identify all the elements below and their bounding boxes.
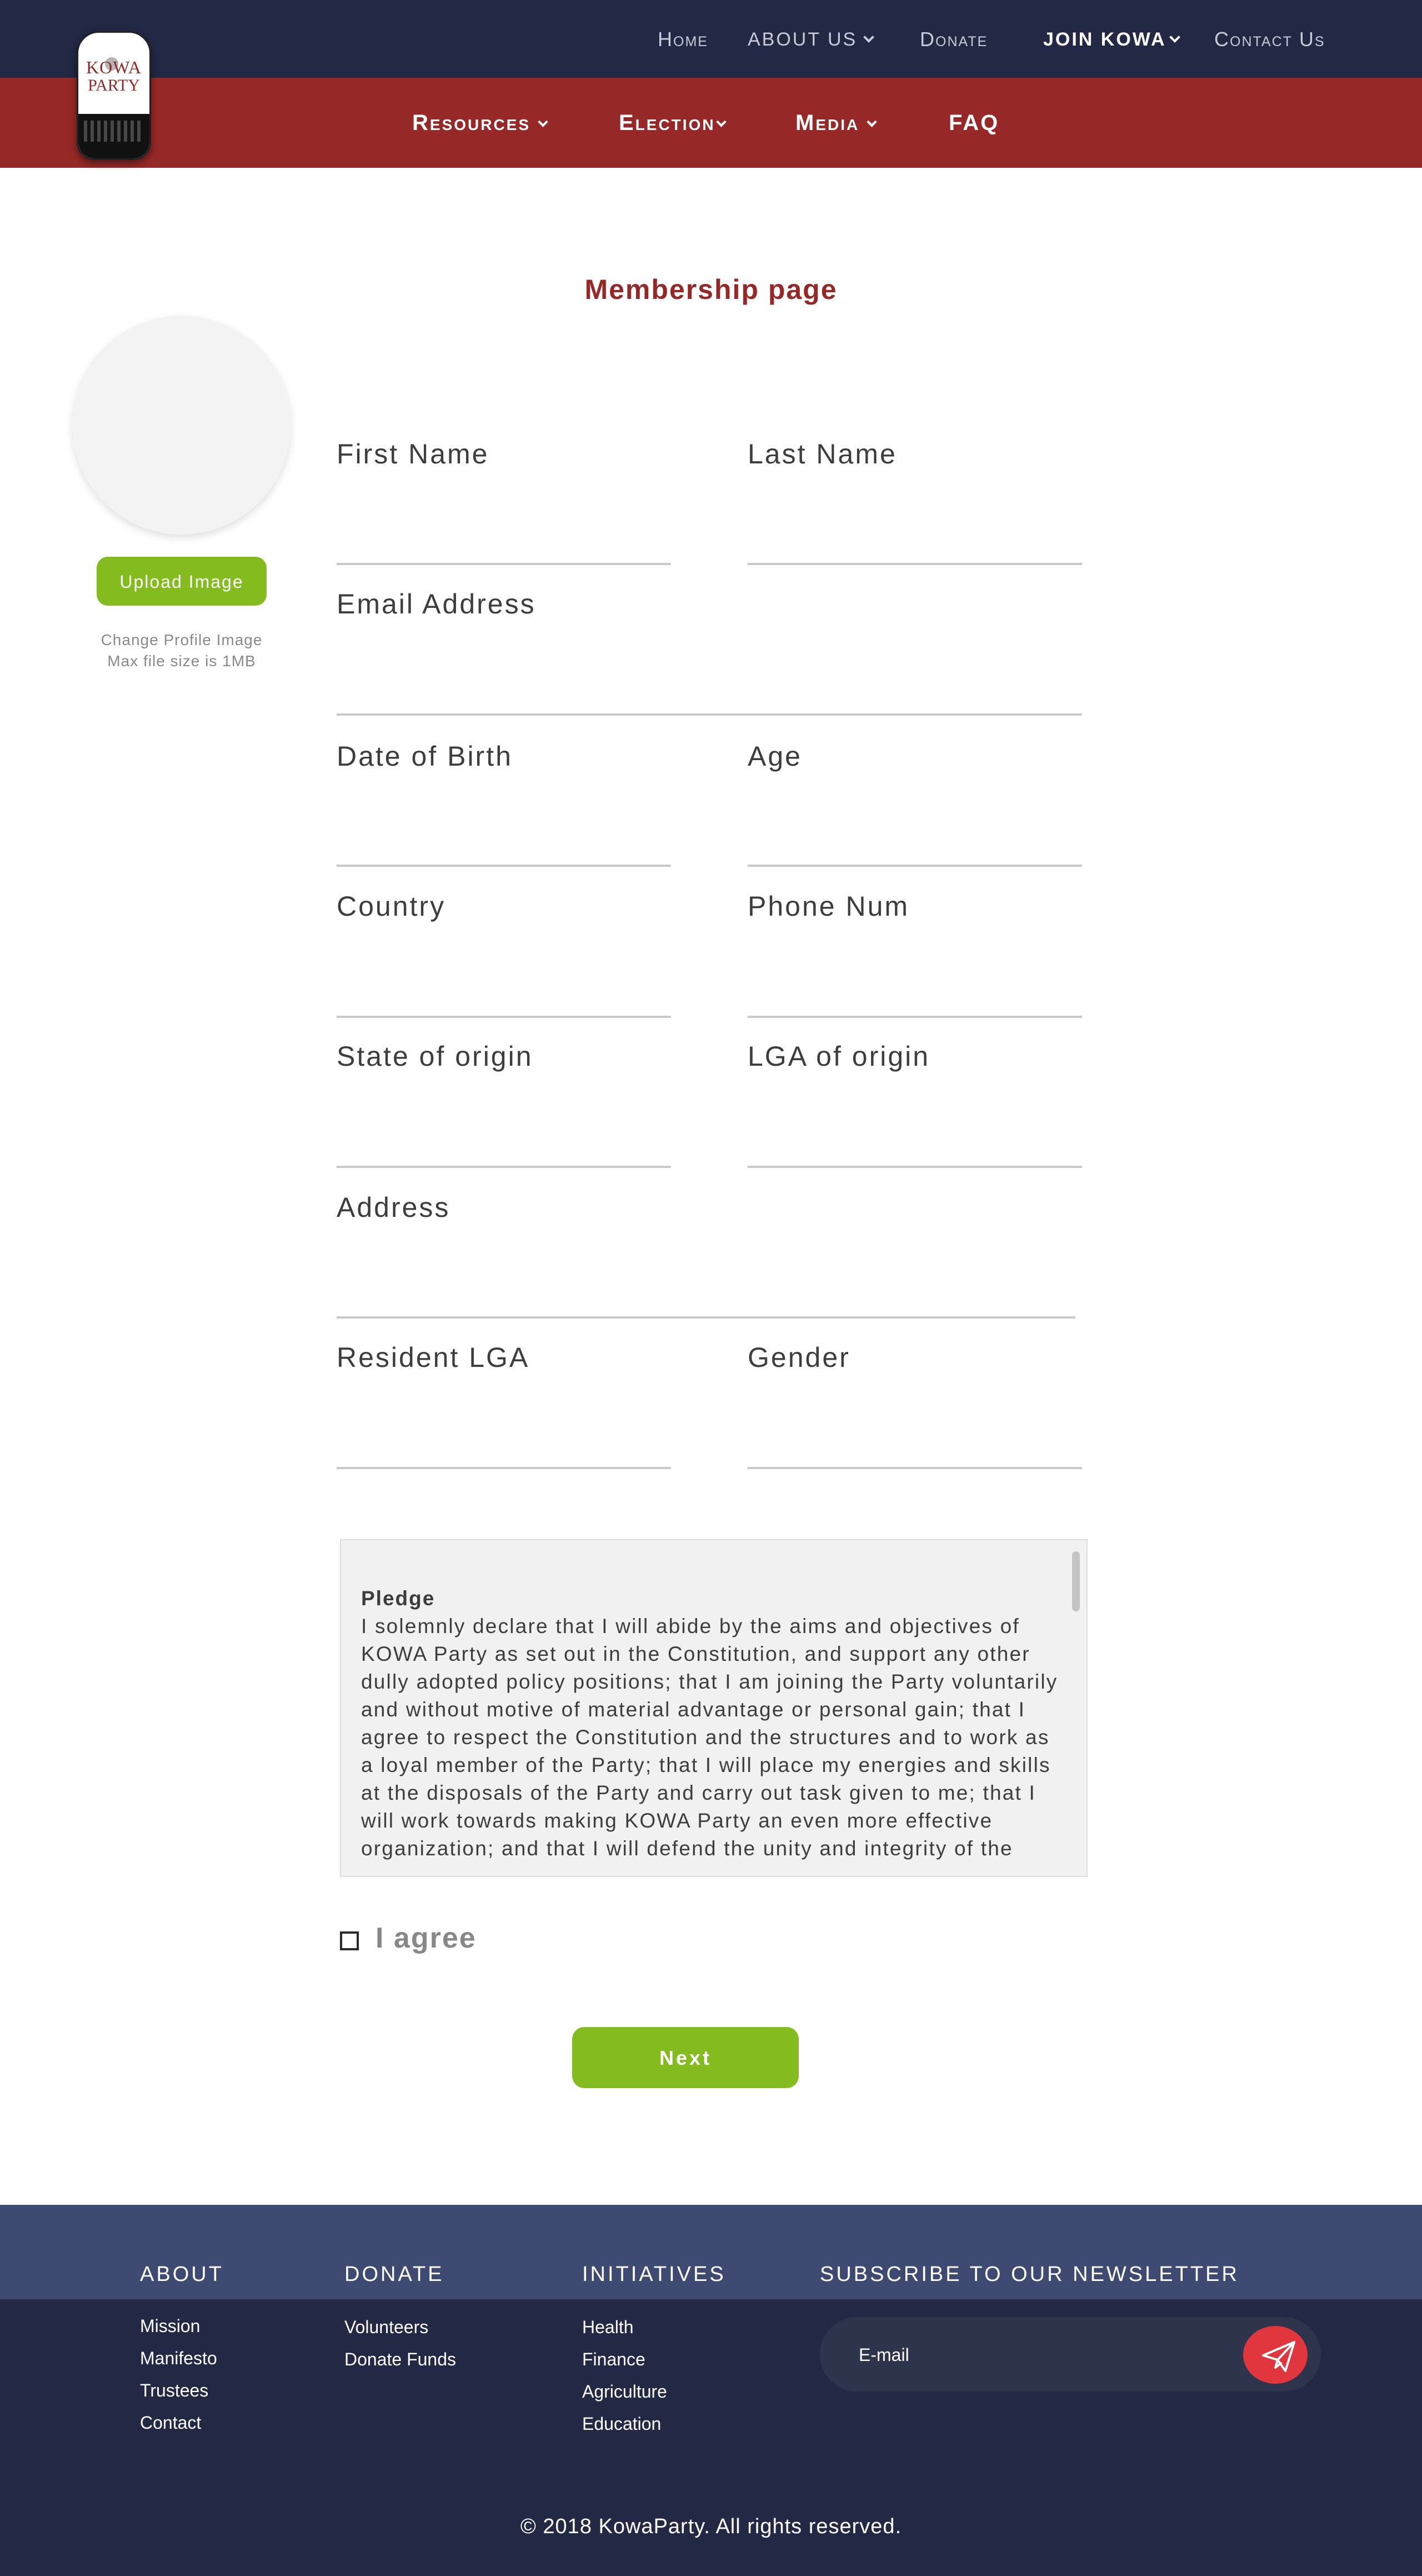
newsletter-send-button[interactable]: [1243, 2326, 1308, 2384]
footer-link-donate-funds[interactable]: Donate Funds: [344, 2349, 456, 2370]
nav-join-kowa-label: JOIN KOWA: [1043, 29, 1166, 50]
nav-home[interactable]: Home: [658, 27, 708, 52]
last-name-field[interactable]: [748, 517, 1082, 561]
resident-lga-underline: [337, 1467, 671, 1469]
chevron-down-icon: [867, 117, 877, 127]
nav-resources-label: Resources: [412, 111, 531, 135]
chevron-down-icon: [1169, 32, 1180, 43]
country-underline: [337, 1016, 671, 1018]
phone-num-field[interactable]: [748, 969, 1082, 1014]
footer-link-agriculture[interactable]: Agriculture: [582, 2382, 667, 2402]
footer-link-trustees[interactable]: Trustees: [140, 2380, 208, 2401]
page-title: Membership page: [584, 274, 838, 305]
email-address-label: Email Address: [337, 588, 536, 620]
gender-underline: [748, 1467, 1082, 1469]
agree-label[interactable]: I agree: [375, 1921, 477, 1955]
date-of-birth-field[interactable]: [337, 818, 671, 862]
footer-link-education[interactable]: Education: [582, 2414, 661, 2434]
first-name-label: First Name: [337, 438, 489, 470]
age-underline: [748, 865, 1082, 867]
nav-about-us-label: ABOUT US: [748, 29, 858, 50]
state-of-origin-label: State of origin: [337, 1041, 533, 1072]
resident-lga-field[interactable]: [337, 1420, 671, 1465]
logo-base: [78, 114, 149, 158]
top-navbar: Home ABOUT US Donate JOIN KOWA Contact U…: [0, 0, 1422, 78]
address-field[interactable]: [337, 1270, 1075, 1315]
resident-lga-label: Resident LGA: [337, 1342, 530, 1373]
agree-checkbox[interactable]: [340, 1931, 359, 1950]
nav-media[interactable]: Media: [795, 109, 877, 137]
nav-contact-us[interactable]: Contact Us: [1214, 27, 1325, 52]
last-name-label: Last Name: [748, 438, 897, 470]
next-button[interactable]: Next: [572, 2027, 799, 2088]
lga-of-origin-underline: [748, 1166, 1082, 1168]
nav-election-label: Election: [619, 111, 715, 135]
date-of-birth-label: Date of Birth: [337, 741, 513, 772]
footer-link-manifesto[interactable]: Manifesto: [140, 2348, 217, 2369]
paper-plane-icon: [1262, 2341, 1295, 2372]
footer-link-mission[interactable]: Mission: [140, 2316, 200, 2337]
country-label: Country: [337, 891, 446, 922]
kowa-party-logo[interactable]: KOWA PARTY: [77, 31, 151, 160]
date-of-birth-underline: [337, 865, 671, 867]
first-name-field[interactable]: [337, 517, 671, 561]
address-label: Address: [337, 1192, 450, 1223]
gender-label: Gender: [748, 1342, 850, 1373]
email-address-field[interactable]: [337, 667, 1082, 711]
pledge-scrollbar[interactable]: [1072, 1551, 1080, 1611]
chevron-down-icon: [715, 117, 727, 127]
copyright-text: © 2018 KowaParty. All rights reserved.: [520, 2515, 902, 2538]
nav-join-kowa[interactable]: JOIN KOWA: [1043, 27, 1180, 52]
nav-donate[interactable]: Donate: [920, 27, 988, 52]
logo-text-party: PARTY: [88, 76, 140, 94]
state-of-origin-underline: [337, 1166, 671, 1168]
newsletter-form: [820, 2317, 1321, 2392]
pledge-text: I solemnly declare that I will abide by …: [361, 1615, 1058, 1860]
change-profile-hint: Change Profile Image: [101, 631, 263, 648]
nav-resources[interactable]: Resources: [412, 109, 548, 137]
profile-avatar: [72, 316, 291, 535]
lga-of-origin-label: LGA of origin: [748, 1041, 930, 1072]
state-of-origin-field[interactable]: [337, 1119, 671, 1164]
pledge-scroll-box[interactable]: Pledge I solemnly declare that I will ab…: [340, 1539, 1088, 1877]
nav-faq[interactable]: FAQ: [949, 109, 999, 137]
chevron-down-icon: [538, 117, 548, 127]
lga-of-origin-field[interactable]: [748, 1119, 1082, 1164]
newsletter-email-input[interactable]: [858, 2333, 1191, 2377]
footer-initiatives-heading: INITIATIVES: [582, 2263, 726, 2286]
phone-num-label: Phone Num: [748, 891, 910, 922]
first-name-underline: [337, 563, 671, 565]
upload-image-button[interactable]: Upload Image: [97, 557, 267, 606]
footer-link-contact[interactable]: Contact: [140, 2413, 201, 2433]
age-field[interactable]: [748, 818, 1082, 862]
age-label: Age: [748, 741, 802, 772]
footer-link-volunteers[interactable]: Volunteers: [344, 2317, 428, 2338]
footer-donate-heading: DONATE: [344, 2263, 444, 2286]
logo-text-kowa: KOWA: [86, 57, 142, 77]
country-field[interactable]: [337, 969, 671, 1014]
footer-link-finance[interactable]: Finance: [582, 2349, 645, 2370]
address-underline: [337, 1316, 1075, 1319]
pledge-heading: Pledge: [361, 1587, 435, 1610]
gender-field[interactable]: [748, 1420, 1082, 1465]
max-file-size-hint: Max file size is 1MB: [107, 652, 256, 670]
nav-election[interactable]: Election: [619, 109, 727, 137]
footer-link-health[interactable]: Health: [582, 2317, 634, 2338]
nav-media-label: Media: [795, 111, 860, 135]
phone-num-underline: [748, 1016, 1082, 1018]
last-name-underline: [748, 563, 1082, 565]
nav-about-us[interactable]: ABOUT US: [748, 27, 875, 52]
chevron-down-icon: [863, 32, 875, 43]
footer-about-heading: ABOUT: [140, 2263, 224, 2286]
email-address-underline: [337, 713, 1082, 716]
footer-newsletter-heading: SUBSCRIBE TO OUR NEWSLETTER: [820, 2263, 1239, 2286]
